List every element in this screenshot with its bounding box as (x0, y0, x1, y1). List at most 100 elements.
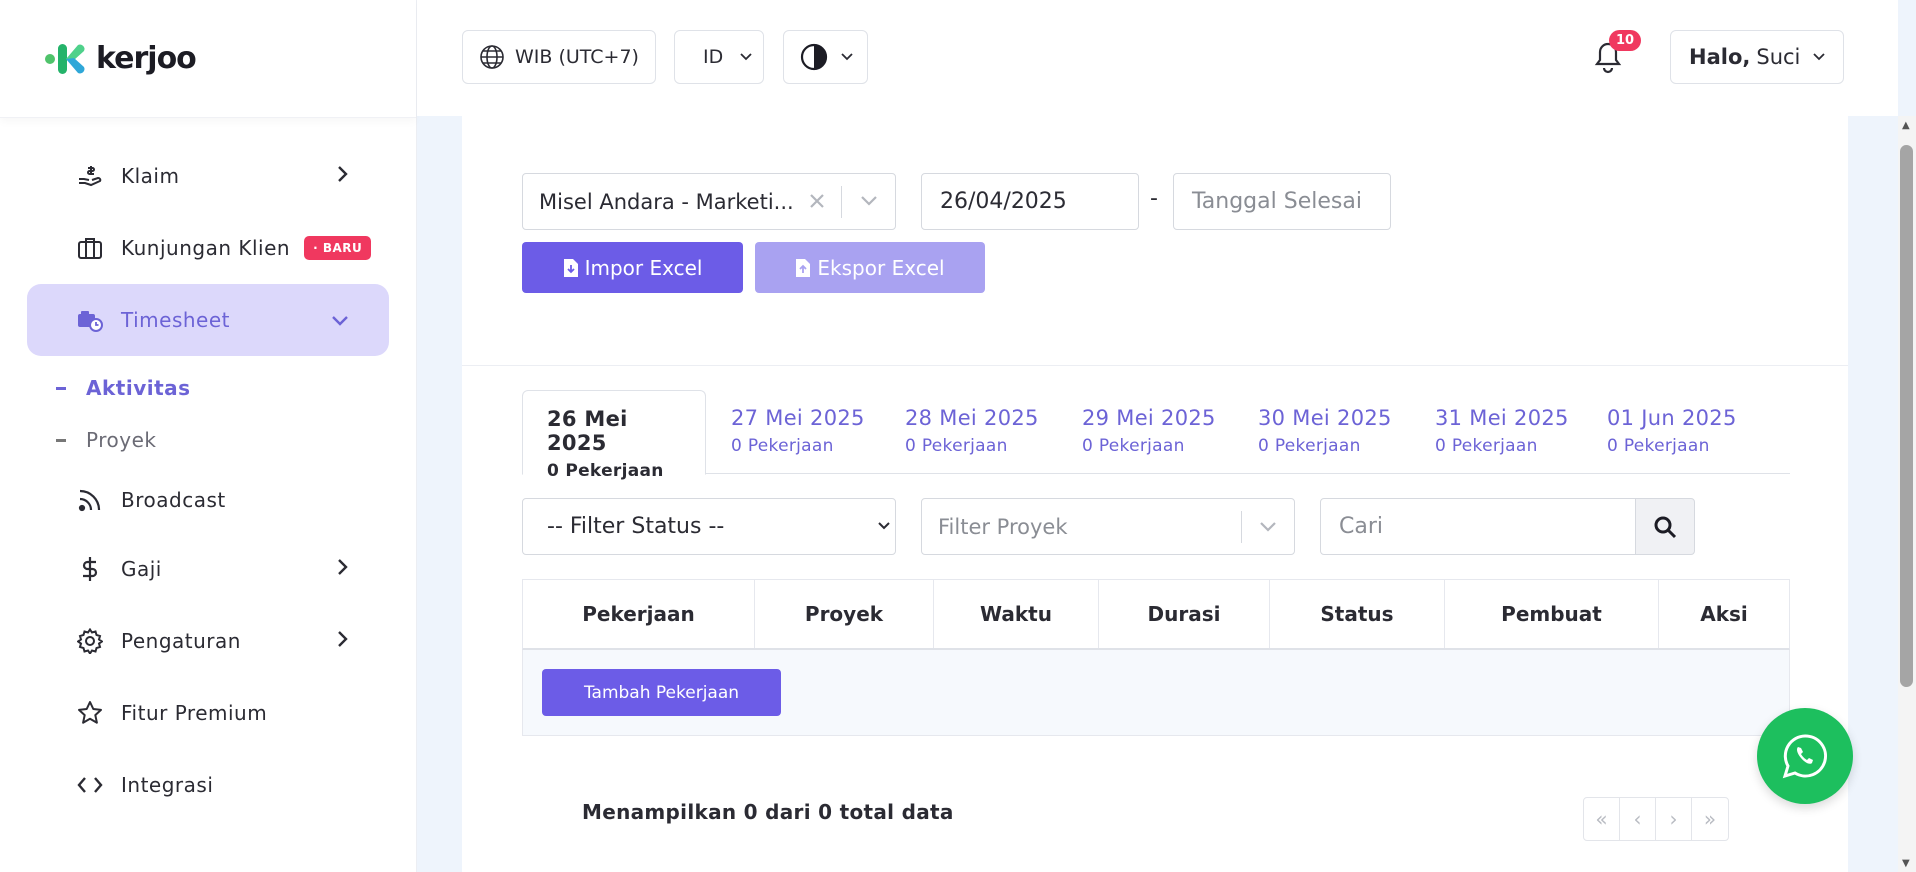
sidebar-item-integrasi[interactable]: Integrasi (27, 749, 389, 821)
timezone-selector[interactable]: WIB (UTC+7) (462, 30, 656, 84)
rss-icon (77, 487, 103, 513)
user-menu[interactable]: Halo, Suci (1670, 30, 1844, 84)
sidebar-item-label: Broadcast (121, 487, 226, 512)
end-date-placeholder: Tanggal Selesai (1192, 189, 1362, 214)
end-date-input[interactable]: Tanggal Selesai (1173, 173, 1391, 230)
theme-toggle[interactable] (783, 30, 868, 84)
sidebar-item-broadcast[interactable]: Broadcast (27, 466, 389, 533)
tab-date[interactable]: 27 Mei 2025 0 Pekerjaan (707, 390, 889, 475)
brand-logo[interactable]: kerjoo (0, 0, 416, 118)
export-excel-label: Ekspor Excel (817, 255, 945, 280)
sidebar-item-klaim[interactable]: Klaim (27, 140, 389, 212)
sidebar-item-fitur-premium[interactable]: Fitur Premium (27, 677, 389, 749)
sidebar-item-kunjungan-klien[interactable]: Kunjungan Klien · BARU (27, 212, 389, 284)
status-filter-value: -- Filter Status -- (547, 514, 725, 539)
truck-clock-icon (77, 307, 103, 333)
sidebar-item-pengaturan[interactable]: Pengaturan (27, 605, 389, 677)
tab-date[interactable]: 26 Mei 2025 0 Pekerjaan (522, 390, 706, 481)
select-separator (1241, 511, 1242, 543)
greeting-label: Halo, (1689, 45, 1751, 69)
clear-icon[interactable] (807, 191, 827, 211)
add-task-button[interactable]: Tambah Pekerjaan (542, 669, 781, 716)
chevron-down-icon (1812, 52, 1826, 62)
pagination: « ‹ › » (1583, 797, 1729, 841)
column-header[interactable]: Status (1270, 580, 1445, 648)
pagination-summary: Menampilkan 0 dari 0 total data (582, 800, 954, 824)
kerjoo-logo-icon (45, 43, 85, 74)
employee-select[interactable]: Misel Andara - Marketi... (522, 173, 896, 230)
tab-date[interactable]: 31 Mei 2025 0 Pekerjaan (1411, 390, 1593, 475)
chevron-down-icon (331, 308, 349, 332)
scrollbar-thumb[interactable] (1900, 145, 1913, 687)
import-excel-button[interactable]: Impor Excel (522, 242, 743, 293)
tab-count-label: 0 Pekerjaan (1607, 436, 1710, 456)
sidebar-subitem-label: Proyek (86, 428, 157, 452)
chevron-down-icon (1258, 520, 1278, 534)
dash-marker (56, 438, 66, 442)
whatsapp-button[interactable] (1757, 708, 1853, 804)
select-separator (841, 186, 842, 218)
user-name: Suci (1756, 45, 1801, 69)
chevron-right-icon (335, 164, 349, 188)
status-filter-select[interactable]: -- Filter Status -- (522, 498, 896, 555)
gear-icon (77, 628, 103, 654)
briefcase-icon (77, 235, 103, 261)
tab-date-label: 31 Mei 2025 (1435, 406, 1569, 430)
tab-date[interactable]: 30 Mei 2025 0 Pekerjaan (1234, 390, 1416, 475)
tab-count-label: 0 Pekerjaan (905, 436, 1008, 456)
tab-date[interactable]: 28 Mei 2025 0 Pekerjaan (881, 390, 1063, 475)
chevron-down-icon (877, 521, 891, 531)
sidebar-item-label: Fitur Premium (121, 701, 268, 725)
next-page-button[interactable]: › (1656, 798, 1692, 840)
sidebar-subitem-proyek[interactable]: Proyek (0, 414, 416, 466)
sidebar-subitem-aktivitas[interactable]: Aktivitas (0, 362, 416, 414)
sidebar-nav: Klaim Kunjungan Klien · BARU Timesheet A… (0, 118, 416, 821)
start-date-value: 26/04/2025 (940, 189, 1067, 214)
column-header[interactable]: Pembuat (1445, 580, 1659, 648)
column-header[interactable]: Durasi (1099, 580, 1270, 648)
tab-count-label: 0 Pekerjaan (731, 436, 834, 456)
last-page-button[interactable]: » (1692, 798, 1728, 840)
column-header[interactable]: Pekerjaan (523, 580, 755, 648)
code-icon (77, 772, 103, 798)
tab-date[interactable]: 29 Mei 2025 0 Pekerjaan (1058, 390, 1240, 475)
globe-icon (479, 44, 505, 70)
scroll-down-arrow-icon[interactable]: ▼ (1902, 858, 1910, 869)
sidebar-item-label: Timesheet (121, 308, 230, 332)
star-icon (77, 700, 103, 726)
chevron-down-icon (840, 52, 854, 62)
sidebar-item-gaji[interactable]: Gaji (27, 533, 389, 605)
first-page-button[interactable]: « (1584, 798, 1620, 840)
whatsapp-icon (1782, 734, 1827, 779)
tab-date[interactable]: 01 Jun 2025 0 Pekerjaan (1583, 390, 1761, 475)
column-header[interactable]: Aksi (1659, 580, 1789, 648)
tab-count-label: 0 Pekerjaan (1258, 436, 1361, 456)
search-button[interactable] (1635, 498, 1695, 555)
tab-count-label: 0 Pekerjaan (1435, 436, 1538, 456)
add-task-label: Tambah Pekerjaan (583, 682, 740, 703)
timezone-label: WIB (UTC+7) (515, 46, 639, 68)
start-date-input[interactable]: 26/04/2025 (921, 173, 1139, 230)
contrast-icon (800, 43, 828, 71)
column-header[interactable]: Waktu (934, 580, 1099, 648)
language-selector[interactable]: ID (674, 30, 764, 84)
prev-page-button[interactable]: ‹ (1620, 798, 1656, 840)
tab-date-label: 28 Mei 2025 (905, 406, 1039, 430)
sidebar: kerjoo Klaim Kunjungan Klien · BARU Time… (0, 0, 417, 872)
table-header: Pekerjaan Proyek Waktu Durasi Status Pem… (522, 579, 1790, 650)
chevron-right-icon (335, 557, 349, 581)
export-excel-button[interactable]: Ekspor Excel (755, 242, 985, 293)
sidebar-item-timesheet[interactable]: Timesheet (27, 284, 389, 356)
search-placeholder: Cari (1339, 514, 1383, 539)
sidebar-item-label: Klaim (121, 164, 180, 188)
tab-date-label: 26 Mei 2025 (547, 407, 628, 455)
tab-count-label: 0 Pekerjaan (1082, 436, 1185, 456)
chevron-down-icon (859, 194, 879, 208)
project-filter-select[interactable]: Filter Proyek (921, 498, 1295, 555)
tab-date-label: 30 Mei 2025 (1258, 406, 1392, 430)
dash-marker (56, 386, 66, 390)
scroll-up-arrow-icon[interactable]: ▲ (1902, 120, 1910, 131)
search-input[interactable]: Cari (1320, 498, 1636, 555)
column-header[interactable]: Proyek (755, 580, 934, 648)
chevron-right-icon (335, 629, 349, 653)
